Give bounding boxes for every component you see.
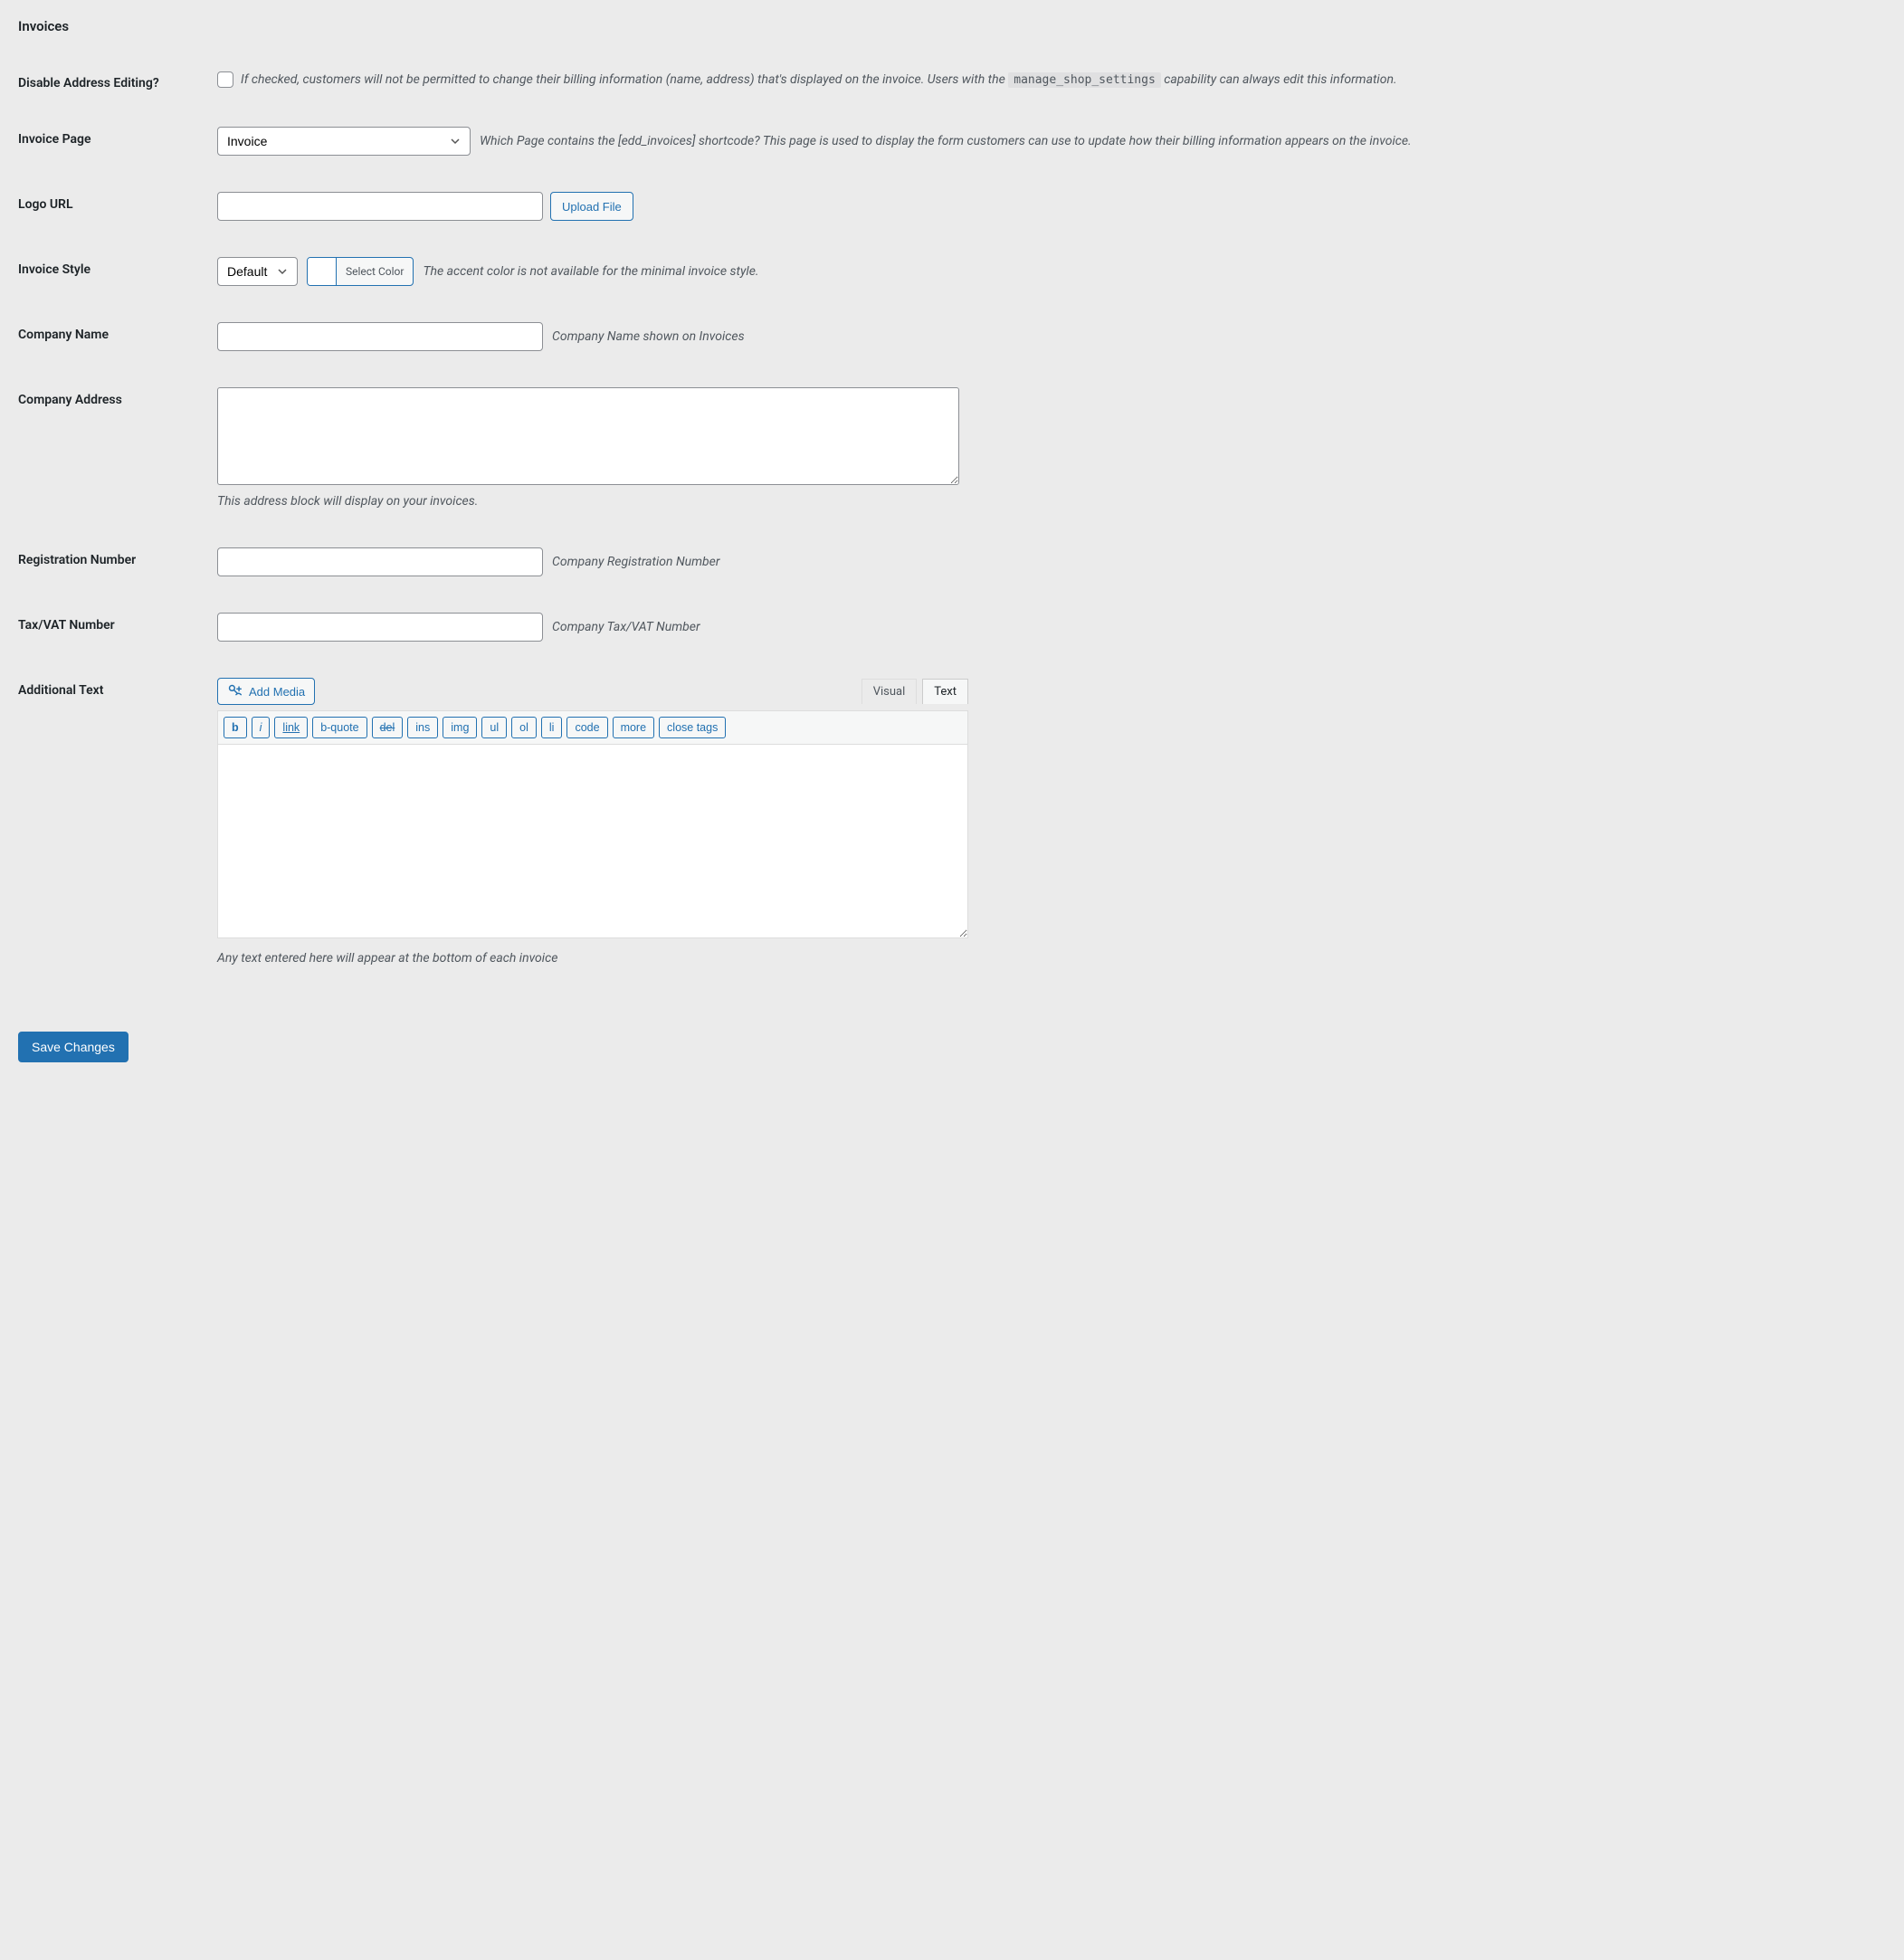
ed-btn-code[interactable]: code bbox=[566, 717, 607, 738]
media-icon bbox=[227, 683, 243, 699]
ed-btn-ins[interactable]: ins bbox=[407, 717, 438, 738]
company-address-textarea[interactable] bbox=[217, 387, 959, 485]
tab-text[interactable]: Text bbox=[922, 679, 968, 704]
additional-text-label: Additional Text bbox=[18, 678, 217, 698]
company-name-input[interactable] bbox=[217, 322, 543, 351]
tax-vat-input[interactable] bbox=[217, 613, 543, 642]
logo-url-input[interactable] bbox=[217, 192, 543, 221]
select-color-button[interactable]: Select Color bbox=[307, 257, 414, 286]
disable-address-label: Disable Address Editing? bbox=[18, 71, 217, 90]
company-name-desc: Company Name shown on Invoices bbox=[552, 328, 745, 347]
company-address-label: Company Address bbox=[18, 387, 217, 407]
tab-visual[interactable]: Visual bbox=[862, 679, 918, 704]
additional-text-desc: Any text entered here will appear at the… bbox=[217, 949, 1886, 968]
ed-btn-li[interactable]: li bbox=[541, 717, 563, 738]
upload-file-button[interactable]: Upload File bbox=[550, 192, 633, 221]
invoice-page-desc: Which Page contains the [edd_invoices] s… bbox=[480, 132, 1886, 151]
section-title: Invoices bbox=[18, 18, 1886, 34]
ed-btn-closetags[interactable]: close tags bbox=[659, 717, 726, 738]
company-address-desc: This address block will display on your … bbox=[217, 492, 1886, 511]
registration-number-label: Registration Number bbox=[18, 547, 217, 567]
ed-btn-more[interactable]: more bbox=[613, 717, 654, 738]
logo-url-label: Logo URL bbox=[18, 192, 217, 212]
ed-btn-link[interactable]: link bbox=[274, 717, 308, 738]
additional-text-textarea[interactable] bbox=[217, 744, 968, 938]
invoice-style-label: Invoice Style bbox=[18, 257, 217, 277]
registration-number-desc: Company Registration Number bbox=[552, 553, 719, 572]
disable-address-checkbox[interactable] bbox=[217, 71, 233, 88]
ed-btn-del[interactable]: del bbox=[372, 717, 404, 738]
registration-number-input[interactable] bbox=[217, 547, 543, 576]
tax-vat-label: Tax/VAT Number bbox=[18, 613, 217, 633]
tax-vat-desc: Company Tax/VAT Number bbox=[552, 618, 700, 637]
disable-address-desc: If checked, customers will not be permit… bbox=[241, 71, 1886, 90]
color-swatch bbox=[308, 258, 337, 285]
ed-btn-ul[interactable]: ul bbox=[481, 717, 507, 738]
ed-btn-ol[interactable]: ol bbox=[511, 717, 537, 738]
save-changes-button[interactable]: Save Changes bbox=[18, 1032, 129, 1062]
invoice-page-label: Invoice Page bbox=[18, 127, 217, 147]
ed-btn-bquote[interactable]: b-quote bbox=[312, 717, 367, 738]
company-name-label: Company Name bbox=[18, 322, 217, 342]
editor-toolbar: b i link b-quote del ins img ul ol li co… bbox=[217, 710, 968, 744]
invoice-style-desc: The accent color is not available for th… bbox=[423, 262, 758, 281]
add-media-button[interactable]: Add Media bbox=[217, 678, 315, 705]
invoice-style-select[interactable]: Default bbox=[217, 257, 298, 286]
ed-btn-i[interactable]: i bbox=[252, 717, 271, 738]
ed-btn-b[interactable]: b bbox=[224, 717, 247, 738]
ed-btn-img[interactable]: img bbox=[443, 717, 477, 738]
capability-code: manage_shop_settings bbox=[1008, 72, 1161, 88]
invoice-page-select[interactable]: Invoice bbox=[217, 127, 471, 156]
